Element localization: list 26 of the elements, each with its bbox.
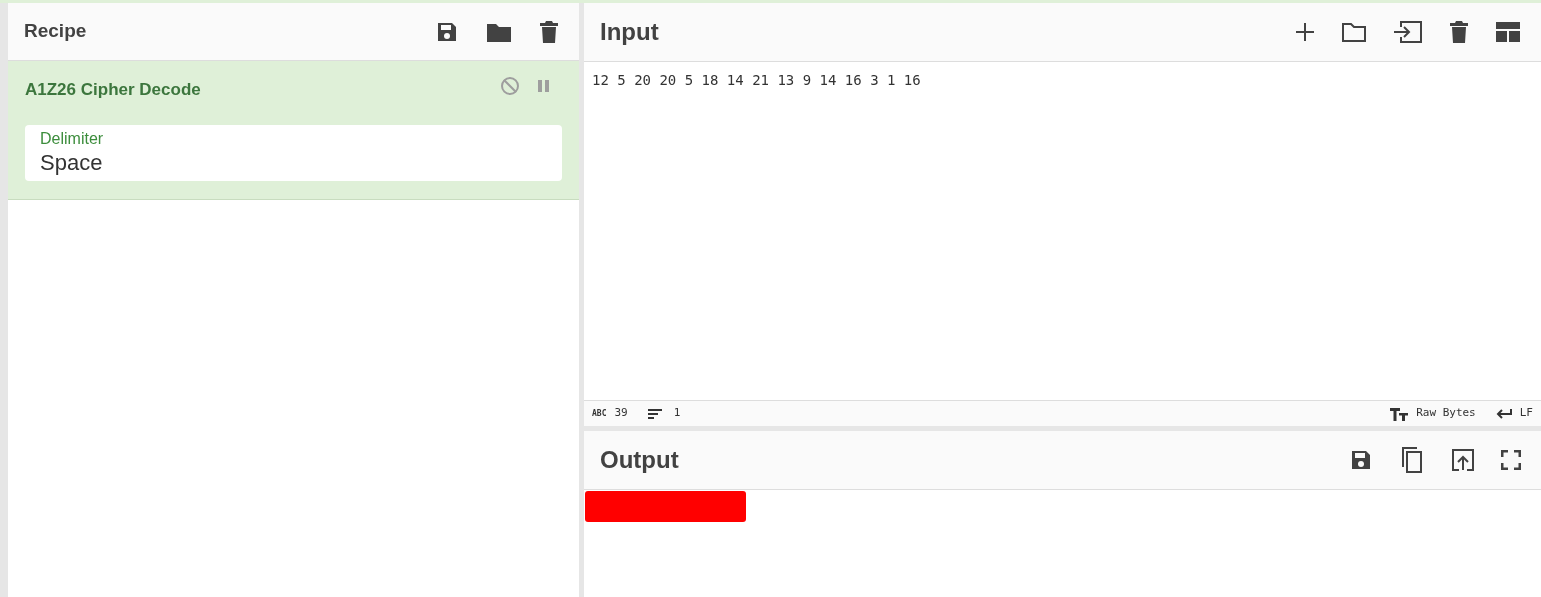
layout-icon[interactable] <box>1495 21 1521 43</box>
length-label: ABC <box>592 407 607 420</box>
text-size-icon[interactable] <box>1390 406 1409 421</box>
input-text: 12 5 20 20 5 18 14 21 13 9 14 16 3 1 16 <box>592 72 921 88</box>
copy-icon[interactable] <box>1399 446 1425 474</box>
fullscreen-icon[interactable] <box>1501 450 1521 470</box>
return-arrow-icon[interactable] <box>1495 407 1512 420</box>
lines-icon <box>647 408 662 419</box>
save-icon[interactable] <box>1349 448 1373 472</box>
delimiter-field[interactable]: Delimiter Space <box>25 124 562 181</box>
delete-icon[interactable] <box>1449 20 1469 44</box>
folder-icon[interactable] <box>1341 21 1367 43</box>
encoding-label[interactable]: Raw Bytes <box>1416 405 1476 422</box>
upload-icon[interactable] <box>1451 448 1475 472</box>
panel-title: Input <box>600 17 659 47</box>
panel-title: Recipe <box>24 19 87 44</box>
eol-label[interactable]: LF <box>1519 405 1533 422</box>
field-value: Space <box>40 148 104 177</box>
add-icon[interactable] <box>1295 22 1315 42</box>
operation-name: A1Z26 Cipher Decode <box>25 79 201 101</box>
line-count: 1 <box>673 405 681 422</box>
panel-title: Output <box>600 445 679 475</box>
length-count: 39 <box>614 405 628 422</box>
delete-icon[interactable] <box>539 19 559 44</box>
import-icon[interactable] <box>1393 20 1423 44</box>
field-label: Delimiter <box>40 128 105 149</box>
